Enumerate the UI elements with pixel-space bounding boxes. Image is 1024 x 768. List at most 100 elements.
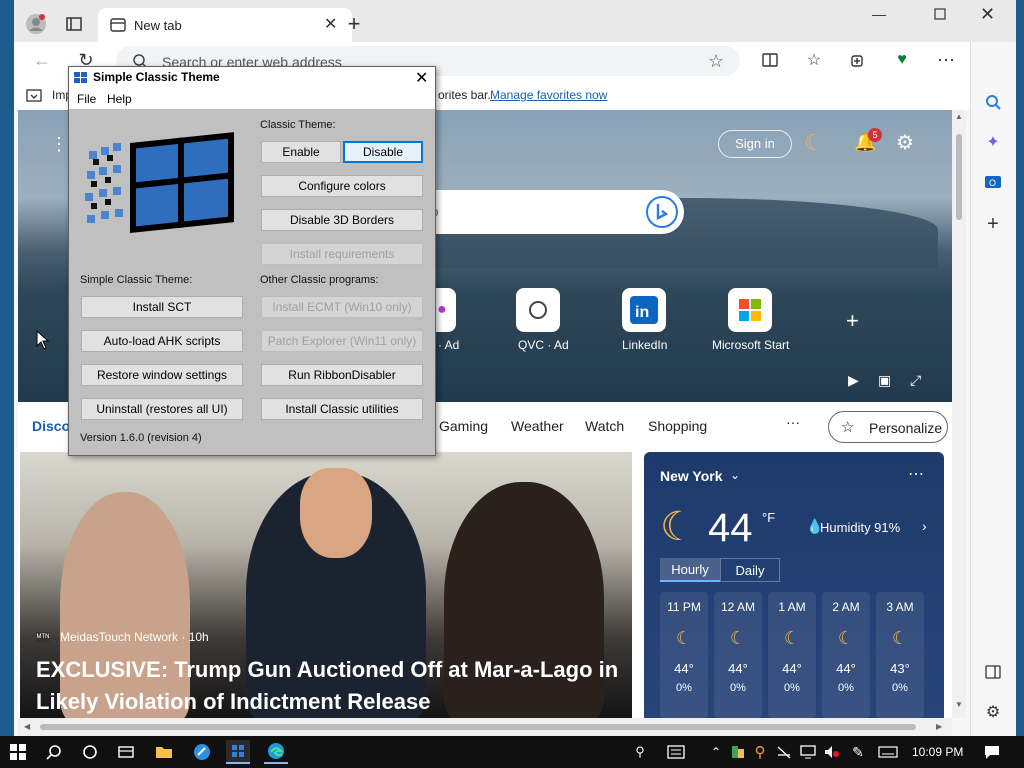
more-menu-icon[interactable]: ⋯ — [932, 46, 960, 74]
tile-qvc[interactable] — [516, 288, 560, 332]
disable-3d-borders-button[interactable]: Disable 3D Borders — [261, 209, 423, 231]
file-explorer-icon[interactable] — [152, 740, 176, 764]
tab-watch[interactable]: Watch — [585, 418, 624, 434]
taskbar-search-icon[interactable] — [42, 740, 66, 764]
tab-actions-icon[interactable] — [60, 10, 88, 38]
restore-window-settings-button[interactable]: Restore window settings — [81, 364, 243, 386]
sidebar-search-icon[interactable] — [979, 88, 1007, 116]
split-screen-icon[interactable] — [756, 46, 784, 74]
tab-weather[interactable]: Weather — [511, 418, 564, 434]
add-sidebar-app-icon[interactable]: + — [979, 210, 1007, 238]
install-classic-utilities-button[interactable]: Install Classic utilities — [261, 398, 423, 420]
city-chevron-down-icon[interactable]: ⌄ — [730, 468, 740, 482]
menu-file[interactable]: File — [77, 92, 96, 106]
uninstall-button[interactable]: Uninstall (restores all UI) — [81, 398, 243, 420]
sidebar-settings-icon[interactable]: ⚙ — [979, 698, 1007, 726]
classic-close-icon[interactable]: ✕ — [415, 68, 428, 88]
touch-keyboard-icon[interactable] — [876, 740, 900, 764]
news-interests-icon[interactable] — [664, 740, 688, 764]
hourly-forecast-column: 12 AM ☾ 44° 0% — [714, 592, 762, 718]
personalize-button[interactable]: ☆ Personalize — [828, 411, 948, 443]
import-favorites-icon[interactable] — [26, 87, 42, 103]
tray-app-green-icon[interactable] — [726, 740, 750, 764]
cortana-icon[interactable] — [78, 740, 102, 764]
play-video-icon[interactable]: ▶ — [848, 372, 859, 389]
tray-connection-off-icon[interactable] — [772, 740, 796, 764]
add-shortcut-icon[interactable]: + — [846, 308, 859, 334]
hour-precip: 0% — [676, 682, 692, 694]
outlook-icon[interactable]: O — [979, 168, 1007, 196]
profile-avatar-icon[interactable] — [22, 10, 50, 38]
weather-more-icon[interactable]: ⋯ — [908, 464, 924, 484]
taskbar-edge-icon[interactable] — [264, 740, 288, 764]
manage-favorites-link[interactable]: Manage favorites now — [490, 88, 607, 102]
scroll-down-arrow-icon[interactable]: ▼ — [955, 700, 963, 709]
pen-workspace-icon[interactable]: ✎ — [846, 740, 870, 764]
tab-new-tab[interactable]: New tab ✕ — [98, 8, 352, 42]
browser-essentials-icon[interactable]: ♥ — [888, 46, 916, 74]
tab-shopping[interactable]: Shopping — [648, 418, 707, 434]
scroll-up-arrow-icon[interactable]: ▲ — [955, 112, 963, 121]
autoload-ahk-button[interactable]: Auto-load AHK scripts — [81, 330, 243, 352]
tile-microsoft-start[interactable] — [728, 288, 772, 332]
tab-gaming[interactable]: Gaming — [439, 418, 488, 434]
hour-temp: 44° — [674, 661, 694, 676]
scroll-right-arrow-icon[interactable]: ▶ — [936, 722, 942, 731]
background-image-icon[interactable]: ▣ — [878, 372, 891, 389]
taskbar-clock[interactable]: 10:09 PM — [912, 745, 963, 759]
new-tab-plus-icon[interactable]: + — [340, 10, 368, 38]
hide-sidebar-icon[interactable] — [979, 658, 1007, 686]
page-settings-icon[interactable]: ⚙ — [896, 130, 914, 155]
run-ribbondisabler-button[interactable]: Run RibbonDisabler — [261, 364, 423, 386]
fullscreen-icon[interactable]: ⤢ — [910, 372, 921, 389]
minimize-icon[interactable]: — — [872, 6, 886, 22]
enable-button[interactable]: Enable — [261, 141, 341, 163]
start-windows-icon[interactable] — [6, 740, 30, 764]
tray-search-orange-icon[interactable]: ⚲ — [748, 740, 772, 764]
weather-card[interactable]: New York ⌄ ⋯ ☾ 44 °F 💧 Humidity 91% › Ho… — [644, 452, 944, 718]
taskbar-app-blue-icon[interactable] — [190, 740, 214, 764]
disable-button[interactable]: Disable — [343, 141, 423, 163]
close-tab-icon[interactable]: ✕ — [324, 17, 340, 33]
action-center-icon[interactable] — [980, 740, 1004, 764]
people-icon[interactable]: ⚲ — [628, 740, 652, 764]
horizontal-scroll-thumb[interactable] — [40, 724, 916, 730]
back-arrow-icon[interactable]: ← — [28, 46, 56, 74]
configure-colors-button[interactable]: Configure colors — [261, 175, 423, 197]
volume-muted-icon[interactable] — [820, 740, 844, 764]
weather-moon-icon: ☾ — [660, 505, 696, 549]
more-topics-icon[interactable]: ··· — [786, 414, 800, 430]
sidebar-copilot-icon[interactable]: ✦ — [979, 128, 1007, 156]
humidity-chevron-right-icon[interactable]: › — [922, 518, 927, 534]
weather-tab-hourly[interactable]: Hourly — [660, 558, 720, 582]
news-headline[interactable]: EXCLUSIVE: Trump Gun Auctioned Off at Ma… — [36, 654, 626, 718]
close-window-icon[interactable]: ✕ — [980, 4, 995, 25]
tray-overflow-chevron-icon[interactable]: ⌃ — [704, 740, 728, 764]
collections-icon[interactable] — [844, 46, 872, 74]
install-sct-button[interactable]: Install SCT — [81, 296, 243, 318]
maximize-icon[interactable] — [934, 8, 946, 20]
menu-help[interactable]: Help — [107, 92, 132, 106]
tray-monitor-icon[interactable] — [796, 740, 820, 764]
weather-tab-daily[interactable]: Daily — [720, 558, 780, 582]
top-news-card[interactable]: MTN MeidasTouch Network · 10h EXCLUSIVE:… — [20, 452, 632, 718]
hour-moon-icon: ☾ — [783, 628, 801, 648]
install-ecmt-button: Install ECMT (Win10 only) — [261, 296, 423, 318]
bing-icon[interactable] — [646, 196, 678, 228]
weather-city[interactable]: New York — [660, 468, 723, 484]
tab-discover[interactable]: Disco — [32, 418, 70, 434]
sign-in-button[interactable]: Sign in — [718, 130, 792, 158]
vertical-scrollbar[interactable]: ▲ ▼ — [952, 110, 966, 718]
taskbar-classic-theme-icon[interactable] — [226, 740, 250, 764]
classic-title-bar[interactable]: Simple Classic Theme ✕ — [69, 67, 435, 89]
personalize-star-icon: ☆ — [841, 419, 855, 436]
favorites-icon[interactable]: ☆ — [800, 46, 828, 74]
vertical-scroll-thumb[interactable] — [956, 134, 962, 220]
moon-weather-icon[interactable]: ☾ — [804, 130, 824, 156]
hour-time: 2 AM — [832, 600, 860, 614]
horizontal-scrollbar[interactable]: ◀ ▶ — [18, 718, 952, 736]
task-view-icon[interactable] — [114, 740, 138, 764]
scroll-left-arrow-icon[interactable]: ◀ — [24, 722, 30, 731]
favorite-star-icon[interactable]: ☆ — [708, 51, 724, 72]
tile-linkedin[interactable]: in — [622, 288, 666, 332]
